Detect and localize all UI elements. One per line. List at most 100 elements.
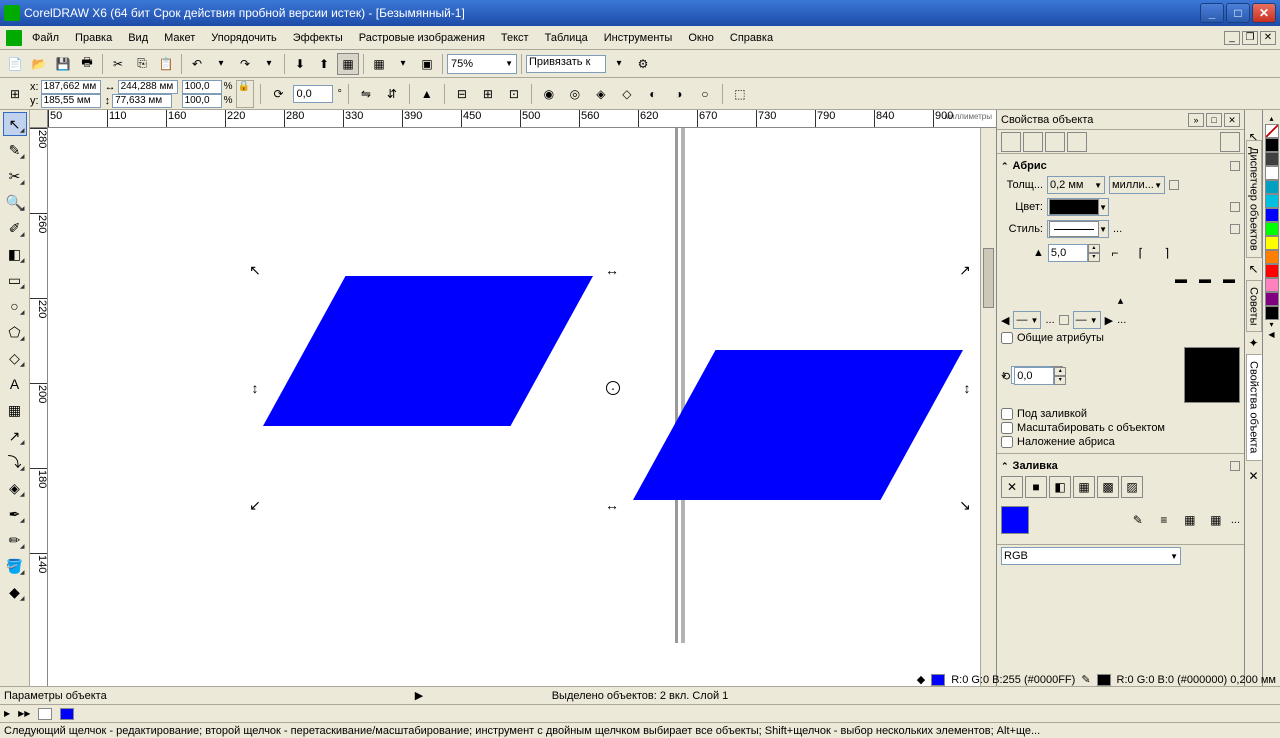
smart-fill-tool[interactable]: ◧◢ (3, 242, 27, 266)
fill-postscript[interactable]: ▨ (1121, 476, 1143, 498)
swatch[interactable] (1265, 152, 1279, 166)
copy-button[interactable]: ⎘ (131, 53, 153, 75)
swatch[interactable] (1265, 278, 1279, 292)
fill-uniform[interactable]: ■ (1025, 476, 1047, 498)
mirror-h-button[interactable]: ⇋ (355, 83, 377, 105)
intersect-button[interactable]: ◈ (590, 83, 612, 105)
chevron-icon[interactable]: ⌃ (1001, 161, 1009, 172)
menu-view[interactable]: Вид (120, 30, 156, 46)
app-launcher[interactable]: ▦ (368, 53, 390, 75)
ruler-corner[interactable] (30, 110, 48, 128)
scalex-input[interactable] (182, 80, 222, 94)
docker-close[interactable]: ✕ (1224, 113, 1240, 127)
align-button[interactable]: ⊟ (451, 83, 473, 105)
ellipse-tool[interactable]: ○◢ (3, 294, 27, 318)
w-input[interactable] (118, 80, 178, 94)
skew-handle-l[interactable]: ↕ (248, 381, 262, 395)
mdi-close[interactable]: ✕ (1260, 31, 1276, 45)
mirror-v-button[interactable]: ⇵ (381, 83, 403, 105)
hints-icon[interactable]: ↖ (1248, 262, 1258, 276)
swatch[interactable] (1265, 180, 1279, 194)
paste-button[interactable]: 📋 (155, 53, 177, 75)
swatch[interactable] (1265, 250, 1279, 264)
lock-ratio-button[interactable]: 🔒 (236, 80, 254, 108)
swatch[interactable] (1265, 222, 1279, 236)
freehand-tool[interactable]: ✐◢ (3, 216, 27, 240)
mdi-minimize[interactable]: _ (1224, 31, 1240, 45)
menu-arrange[interactable]: Упорядочить (203, 30, 284, 46)
rotate-handle-tr[interactable]: ↗ (958, 263, 972, 277)
undo-button[interactable]: ↶ (186, 53, 208, 75)
snap-dropdown[interactable]: ▾ (608, 53, 630, 75)
table-tool[interactable]: ▦ (3, 398, 27, 422)
swatch[interactable] (1265, 236, 1279, 250)
open-button[interactable]: 📂 (28, 53, 50, 75)
export-button[interactable]: ⬆ (313, 53, 335, 75)
palette-up[interactable]: ▴ (1265, 114, 1279, 124)
menu-tools[interactable]: Инструменты (596, 30, 681, 46)
skew-handle-r[interactable]: ↕ (960, 381, 974, 395)
ruler-vertical[interactable]: 280260220200180140 (30, 128, 48, 686)
docker-collapse[interactable]: » (1188, 113, 1204, 127)
vertical-scrollbar[interactable] (980, 128, 996, 686)
fill-tool[interactable]: 🪣◢ (3, 554, 27, 578)
corner-3[interactable]: ⌉ (1156, 242, 1178, 264)
swatch[interactable] (1265, 208, 1279, 222)
docker-undock[interactable]: □ (1206, 113, 1222, 127)
fill-fountain[interactable]: ◧ (1049, 476, 1071, 498)
style-more[interactable]: ... (1113, 223, 1122, 235)
arrow-end-combo[interactable]: —▼ (1073, 311, 1101, 329)
swatch[interactable] (1265, 194, 1279, 208)
arrow-start-combo[interactable]: —▼ (1013, 311, 1041, 329)
skew-handle-t[interactable]: ↔ (605, 263, 619, 277)
simplify-button[interactable]: ◇ (616, 83, 638, 105)
status-outline-indicator[interactable] (1097, 674, 1111, 686)
units-combo[interactable]: милли...▼ (1109, 176, 1165, 194)
trim-button[interactable]: ◎ (564, 83, 586, 105)
palette-flyout[interactable]: ◀ (1265, 330, 1279, 340)
redo-dropdown[interactable]: ▾ (258, 53, 280, 75)
skew-handle-b[interactable]: ↔ (605, 498, 619, 512)
dimension-tool[interactable]: ↗◢ (3, 424, 27, 448)
maximize-button[interactable]: □ (1226, 3, 1250, 23)
eyedropper-tool[interactable]: ✒◢ (3, 502, 27, 526)
undo-dropdown[interactable]: ▾ (210, 53, 232, 75)
scale-with-object-checkbox[interactable] (1001, 422, 1013, 434)
behind-fill-checkbox[interactable] (1001, 408, 1013, 420)
swatch[interactable] (1265, 138, 1279, 152)
status-fill-swatch[interactable] (60, 708, 74, 720)
menu-bitmaps[interactable]: Растровые изображения (351, 30, 493, 46)
menu-layout[interactable]: Макет (156, 30, 203, 46)
swatch[interactable] (1265, 264, 1279, 278)
palette-down[interactable]: ▾ (1265, 320, 1279, 330)
hints-icon[interactable]: ↖ (1248, 130, 1258, 136)
menu-table[interactable]: Таблица (537, 30, 596, 46)
object-origin[interactable]: ⊞ (4, 83, 26, 105)
align3-button[interactable]: ⊡ (503, 83, 525, 105)
text-tool[interactable]: A (3, 372, 27, 396)
docker-tab-fill[interactable] (1023, 132, 1043, 152)
close-sidetab-icon[interactable]: ✕ (1248, 469, 1258, 483)
shared-attrs-checkbox[interactable] (1001, 332, 1013, 344)
status-nav2[interactable]: ▶▶ (18, 709, 30, 718)
basic-shapes-tool[interactable]: ◇◢ (3, 346, 27, 370)
app-launcher-dropdown[interactable]: ▾ (392, 53, 414, 75)
swatch[interactable] (1265, 292, 1279, 306)
zoom-combo[interactable]: 75%▼ (447, 54, 517, 74)
menu-text[interactable]: Текст (493, 30, 537, 46)
sidetab-object-props[interactable]: Свойства объекта (1246, 354, 1262, 460)
fill-none[interactable]: ✕ (1001, 476, 1023, 498)
docker-tab-more[interactable] (1220, 132, 1240, 152)
sidetab-object-manager[interactable]: Диспетчер объектов (1246, 140, 1262, 258)
cut-button[interactable]: ✂ (107, 53, 129, 75)
docker-tab-char[interactable] (1045, 132, 1065, 152)
docker-tab-internet[interactable] (1067, 132, 1087, 152)
chevron-up-icon[interactable]: ▴ (1118, 294, 1124, 307)
welcome-button[interactable]: ▣ (416, 53, 438, 75)
color-mode-combo[interactable]: RGB▼ (1001, 547, 1181, 565)
color-palette-icon[interactable]: ▦ (1205, 509, 1227, 531)
back-minus-front[interactable]: ◑ (668, 83, 690, 105)
outline-tool[interactable]: ✏◢ (3, 528, 27, 552)
corner-1[interactable]: ⌐ (1104, 242, 1126, 264)
overprint-checkbox[interactable] (1001, 436, 1013, 448)
